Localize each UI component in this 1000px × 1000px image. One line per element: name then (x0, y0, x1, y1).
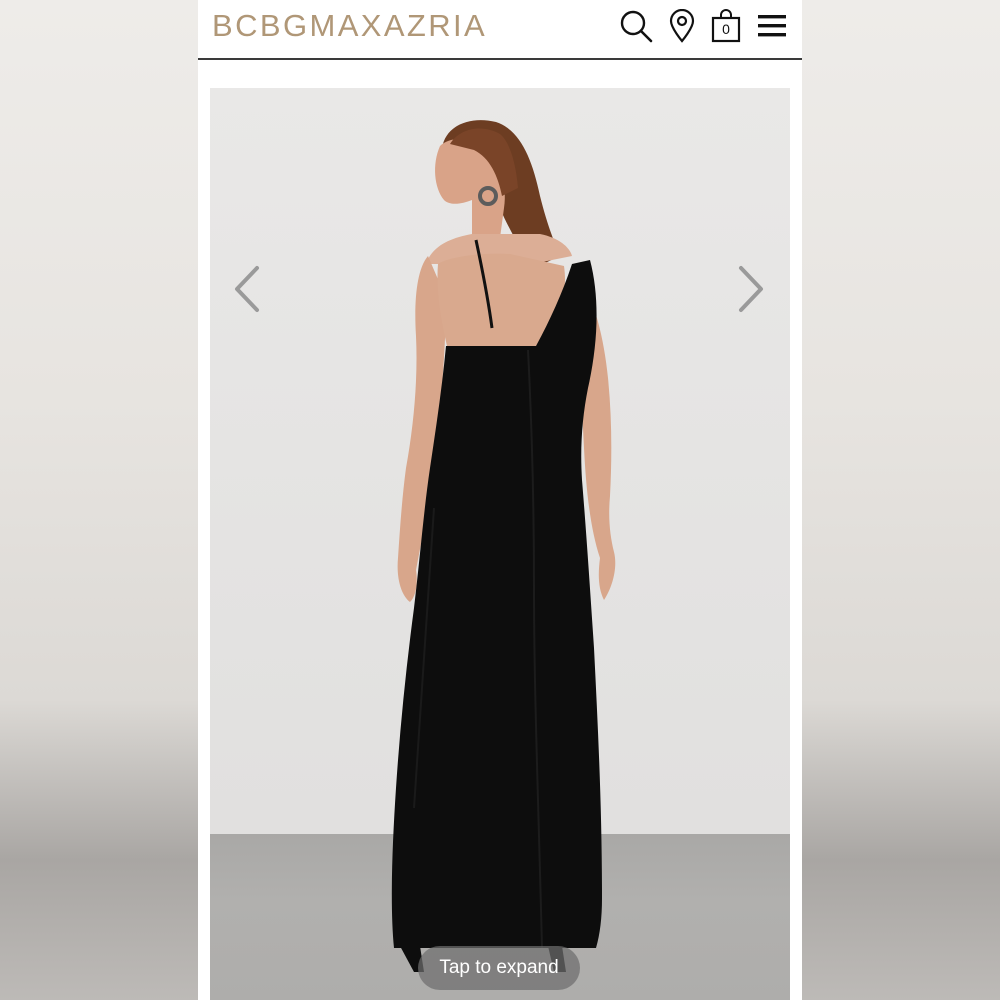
search-icon[interactable] (618, 8, 654, 44)
chevron-right-icon (739, 266, 763, 312)
logo-suffix: MAXAZRIA (309, 8, 488, 43)
background-right (802, 0, 1000, 1000)
logo-prefix: BCBG (212, 8, 310, 43)
chevron-left-icon (235, 266, 259, 312)
product-photo-model (391, 120, 616, 972)
product-image-gallery[interactable]: Tap to expand (210, 88, 790, 1000)
next-image-button[interactable] (732, 263, 772, 315)
shopping-bag-icon[interactable]: 0 (708, 8, 744, 44)
location-pin-icon[interactable] (664, 8, 700, 44)
prev-image-button[interactable] (226, 263, 266, 315)
tap-to-expand-button[interactable]: Tap to expand (418, 946, 580, 990)
brand-logo[interactable]: BCBGMAXAZRIA (212, 8, 487, 44)
site-header: BCBGMAXAZRIA 0 (198, 0, 802, 60)
bag-count: 0 (722, 21, 730, 37)
menu-icon[interactable] (754, 8, 790, 44)
mobile-page: BCBGMAXAZRIA 0 Tap to expand (198, 0, 802, 1000)
background-left (0, 0, 198, 1000)
